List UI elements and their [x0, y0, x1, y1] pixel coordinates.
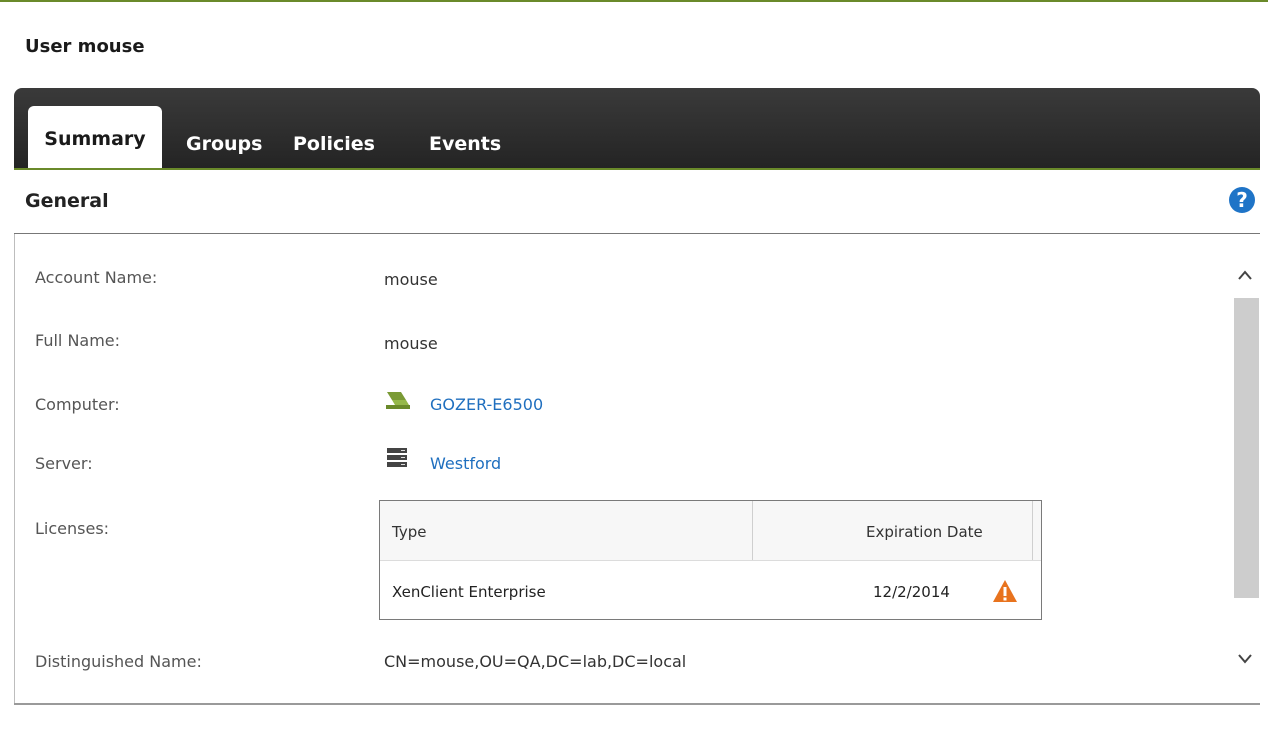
- server-link[interactable]: Westford: [430, 454, 501, 473]
- tab-summary[interactable]: Summary: [28, 106, 162, 168]
- bottom-divider: [14, 703, 1260, 705]
- computer-link[interactable]: GOZER-E6500: [430, 395, 543, 414]
- help-icon[interactable]: ?: [1229, 187, 1255, 213]
- license-type-cell: XenClient Enterprise: [392, 583, 546, 601]
- full-name-value: mouse: [384, 334, 438, 353]
- top-accent-line: [0, 0, 1268, 2]
- server-icon: [387, 448, 407, 467]
- distinguished-name-value: CN=mouse,OU=QA,DC=lab,DC=local: [384, 652, 687, 671]
- tab-policies[interactable]: Policies: [293, 133, 375, 155]
- laptop-icon: [386, 392, 410, 409]
- tab-groups[interactable]: Groups: [186, 133, 262, 155]
- licenses-table: Type Expiration Date XenClient Enterpris…: [379, 500, 1042, 620]
- server-label: Server:: [35, 454, 93, 473]
- scrollbar-thumb[interactable]: [1234, 298, 1259, 598]
- account-name-label: Account Name:: [35, 268, 158, 287]
- warning-icon: [993, 580, 1017, 602]
- licenses-table-header: Type Expiration Date: [380, 501, 1041, 561]
- content-frame: [14, 234, 1261, 704]
- section-title: General: [25, 190, 109, 212]
- account-name-value: mouse: [384, 270, 438, 289]
- tab-events[interactable]: Events: [429, 133, 501, 155]
- distinguished-name-label: Distinguished Name:: [35, 652, 202, 671]
- scroll-down-arrow-icon[interactable]: [1237, 652, 1253, 666]
- full-name-label: Full Name:: [35, 331, 121, 350]
- column-divider[interactable]: [752, 501, 753, 560]
- scroll-up-arrow-icon[interactable]: [1237, 268, 1253, 282]
- page-title: User mouse: [25, 36, 145, 57]
- column-divider[interactable]: [1032, 501, 1033, 560]
- tab-bar: Summary Groups Policies Events: [14, 88, 1260, 170]
- licenses-label: Licenses:: [35, 519, 110, 538]
- license-expiration-cell: 12/2/2014: [873, 583, 950, 601]
- column-header-type[interactable]: Type: [392, 523, 426, 541]
- computer-label: Computer:: [35, 395, 120, 414]
- column-header-expiration[interactable]: Expiration Date: [866, 523, 983, 541]
